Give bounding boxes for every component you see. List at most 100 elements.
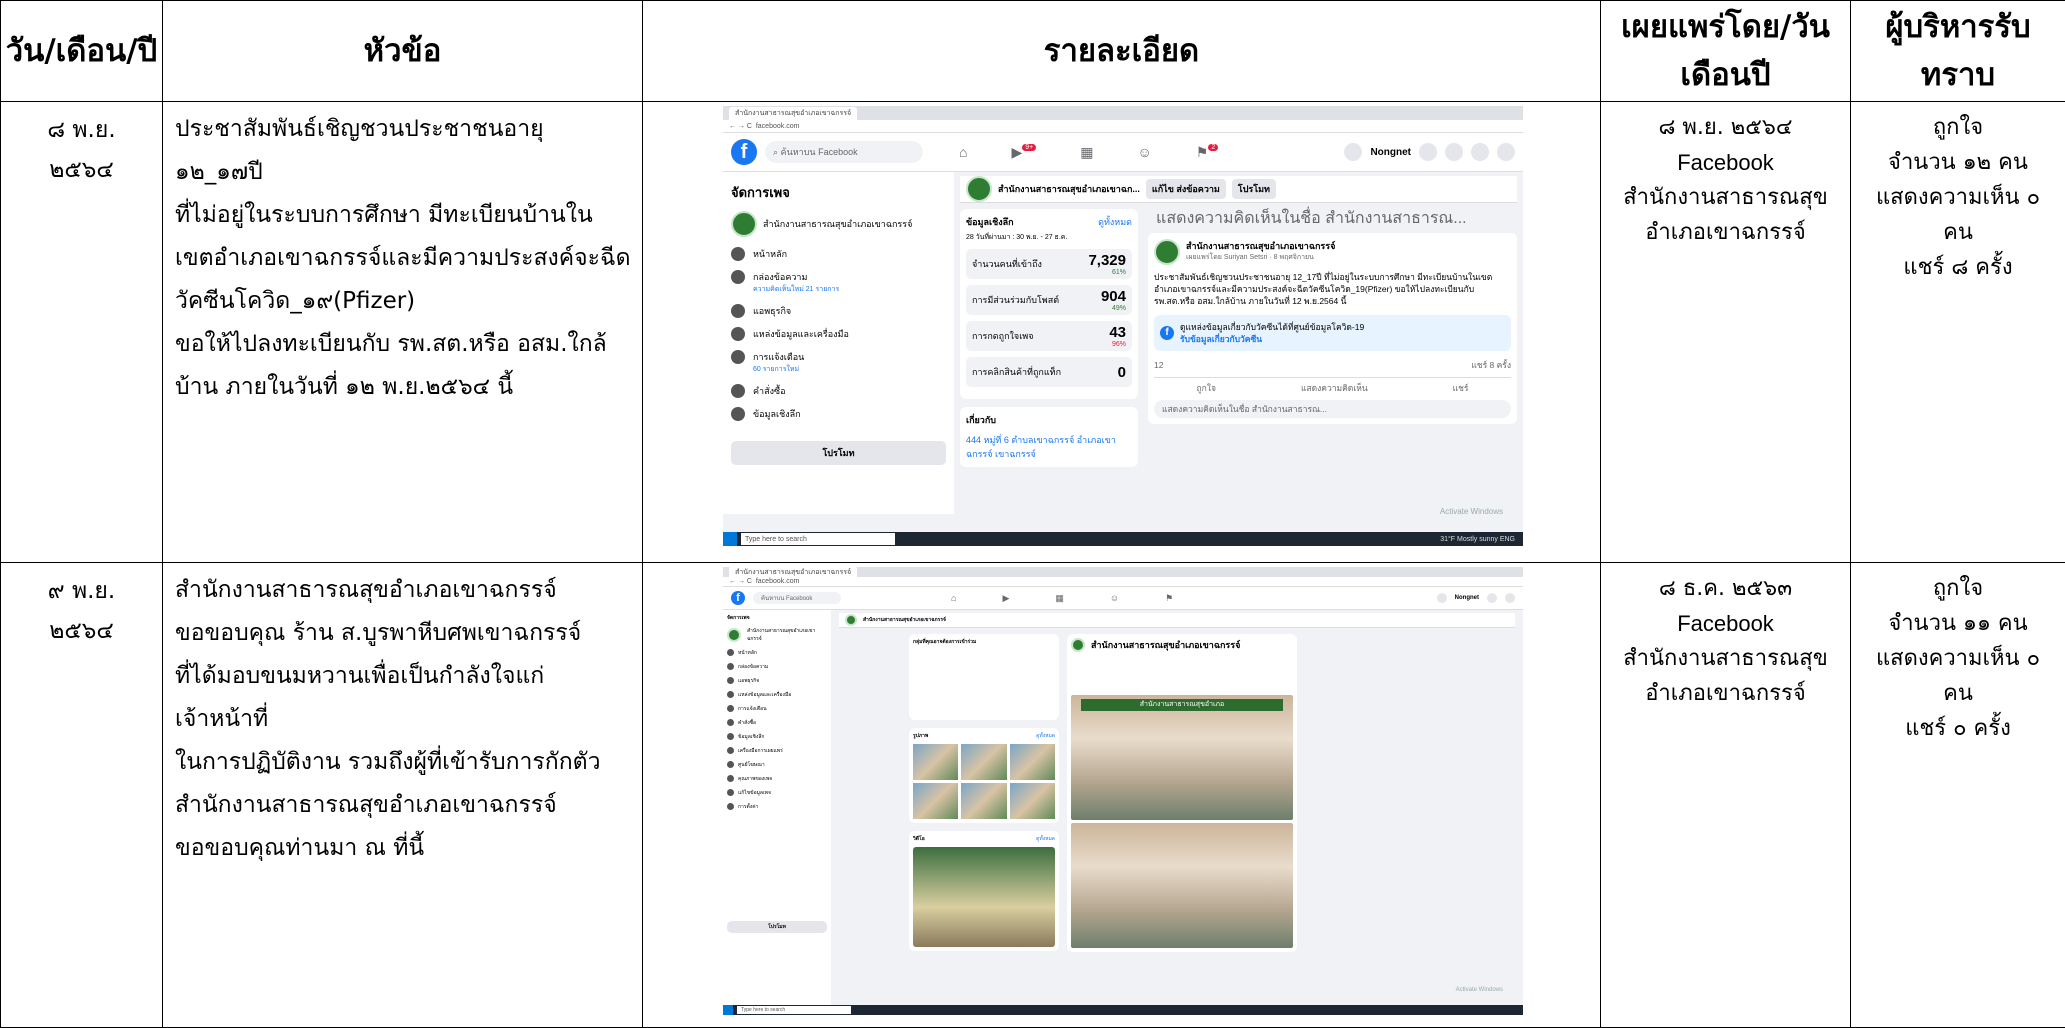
date-cell: ๘ พ.ย. ๒๕๖๔ — [1, 102, 163, 563]
facebook-post: สำนักงานสาธารณสุขอำเภอเขาฉกรรจ์ สำนักงาน… — [1067, 634, 1297, 952]
orders-icon — [727, 719, 734, 726]
sidebar-item: ข้อมูลเชิงลึก — [727, 733, 827, 741]
topic-line: สำนักงานสาธารณสุขอำเภอเขาฉกรรจ์ — [175, 569, 632, 612]
windows-start-icon — [723, 532, 737, 546]
stat-row: การมีส่วนร่วมกับโพสต์90449% — [966, 285, 1132, 315]
user-name: Nongnet — [1370, 147, 1411, 158]
covid-link: รับข้อมูลเกี่ยวกับวัคซีน — [1180, 334, 1262, 344]
about-title: เกี่ยวกับ — [966, 415, 996, 425]
topic-cell: ประชาสัมพันธ์เชิญชวนประชาชนอายุ ๑๒_๑๗ปี … — [163, 102, 643, 563]
topic-line: บ้าน ภายในวันที่ ๑๒ พ.ย.๒๕๖๔ นี้ — [175, 366, 632, 409]
facebook-logo-icon: f — [1160, 326, 1174, 340]
video-icon: ▶ — [1002, 593, 1009, 604]
topic-line: ที่ได้มอบขนมหวานเพื่อเป็นกำลังใจแก่ — [175, 655, 632, 698]
page-selector: สำนักงานสาธารณสุขอำเภอเขาฉกรรจ์ — [731, 211, 946, 237]
topic-line: ขอให้ไปลงทะเบียนกับ รพ.สต.หรือ อสม.ใกล้ — [175, 323, 632, 366]
topic-line: เขตอำเภอเขาฉกรรจ์และมีความประสงค์จะฉีด — [175, 237, 632, 280]
stat-row: จำนวนคนที่เข้าถึง7,32961% — [966, 249, 1132, 279]
groups-title: กลุ่มที่คุณอาจต้องการเข้าร่วม — [913, 639, 976, 645]
sidebar-item: กล่องข้อความ — [727, 663, 827, 671]
reaction-count: 12 — [1154, 359, 1163, 371]
business-apps-icon — [727, 677, 734, 684]
sidebar-item: การแจ้งเตือน60 รายการใหม่ — [731, 350, 946, 375]
chevron-down-icon — [1497, 143, 1515, 161]
left-column: กลุ่มที่คุณอาจต้องการเข้าร่วม รูปภาพดูทั… — [909, 634, 1059, 959]
pub-channel: Facebook — [1601, 145, 1850, 180]
stat-row: การกดถูกใจเพจ4396% — [966, 321, 1132, 351]
facebook-topbar: f ⌕ ค้นหาบน Facebook ⌂ ▶9+ ▦ ☺ ⚑2 Nongne… — [723, 133, 1523, 172]
insights-panel: ข้อมูลเชิงลึกดูทั้งหมด 28 วันที่ผ่านมา :… — [960, 209, 1138, 475]
taskbar-search: Type here to search — [737, 1006, 851, 1014]
page-logo-icon — [1071, 638, 1085, 652]
windows-taskbar: Type here to search 31°F Mostly sunny EN… — [723, 532, 1523, 546]
sidebar-item: คำสั่งซื้อ — [731, 384, 946, 398]
browser-addressbar: ← → C facebook.com — [723, 120, 1523, 133]
insights-icon — [727, 733, 734, 740]
pub-date: ๘ ธ.ค. ๒๕๖๓ — [1601, 571, 1850, 606]
pub-org: สำนักงานสาธารณสุข — [1601, 180, 1850, 215]
address-text: 444 หมู่ที่ 6 ตำบลเขาฉกรรจ์ อำเภอเขาฉกรร… — [966, 433, 1132, 461]
promote-button: โปรโมท — [727, 921, 827, 933]
marketplace-icon: ▦ — [1080, 144, 1093, 161]
gear-icon — [727, 803, 734, 810]
page-logo-icon — [727, 628, 741, 642]
comment-input: แสดงความคิดเห็นในชื่อ สำนักงานสาธารณ... — [1154, 400, 1511, 418]
marketplace-icon: ▦ — [1055, 593, 1064, 604]
bell-icon — [731, 350, 745, 364]
post-feed: แสดงความคิดเห็นในชื่อ สำนักงานสาธารณ... … — [1148, 209, 1517, 475]
edit-button: แก้ไข ส่งข้อความ — [1146, 179, 1226, 199]
home-icon: ⌂ — [959, 144, 967, 161]
video-thumbnail — [913, 847, 1055, 947]
mgr-comments: คน — [1851, 676, 2065, 711]
sidebar-item: หน้าหลัก — [727, 649, 827, 657]
page-manage-sidebar: จัดการเพจ สำนักงานสาธารณสุขอำเภอเขาฉกรรจ… — [723, 172, 954, 514]
sidebar-item: การตั้งค่า — [727, 803, 827, 811]
page-quality-icon — [727, 775, 734, 782]
mgr-comments: แสดงความเห็น ๐ — [1851, 180, 2065, 215]
photo-grid — [913, 744, 1055, 819]
facebook-topbar: f ค้นหาบน Facebook ⌂ ▶ ▦ ☺ ⚑ Nongnet — [723, 587, 1523, 610]
sidebar-item: คำสั่งซื้อ — [727, 719, 827, 727]
windows-watermark: Activate Windows — [1456, 987, 1503, 993]
messenger-icon — [1445, 143, 1463, 161]
header-topic: หัวข้อ — [163, 1, 643, 102]
facebook-nav-icons: ⌂ ▶ ▦ ☺ ⚑ — [951, 593, 1173, 604]
business-apps-icon — [731, 304, 745, 318]
sidebar-item: แอพธุรกิจ — [727, 677, 827, 685]
page-logo-icon — [845, 614, 857, 626]
videos-card: วิดีโอดูทั้งหมด — [909, 831, 1059, 951]
post-actions: ถูกใจ แสดงความคิดเห็น แชร์ — [1154, 377, 1511, 394]
sidebar-item: ศูนย์โฆษณา — [727, 761, 827, 769]
manage-page-title: จัดการเพจ — [731, 182, 946, 203]
topic-line: ที่ไม่อยู่ในระบบการศึกษา มีทะเบียนบ้านใน — [175, 194, 632, 237]
ad-center-icon — [727, 761, 734, 768]
groups-card: กลุ่มที่คุณอาจต้องการเข้าร่วม — [909, 634, 1059, 720]
sidebar-item: แหล่งข้อมูลและเครื่องมือ — [731, 327, 946, 341]
date-year: ๒๕๖๔ — [1, 150, 162, 190]
post-text: ประชาสัมพันธ์เชิญชวนประชาชนอายุ 12_17ปี … — [1154, 271, 1511, 307]
page-header: สำนักงานสาธารณสุขอำเภอเขาฉกรรจ์ — [839, 613, 1515, 628]
manage-page-title: จัดการเพจ — [727, 615, 750, 621]
published-cell: ๘ ธ.ค. ๒๕๖๓ Facebook สำนักงานสาธารณสุข อ… — [1601, 563, 1851, 1028]
bell-icon — [1471, 143, 1489, 161]
page-logo-icon — [966, 176, 992, 202]
pub-org: สำนักงานสาธารณสุข — [1601, 641, 1850, 676]
avatar — [1344, 143, 1362, 161]
facebook-screenshot: สำนักงานสาธารณสุขอำเภอเขาฉกรรจ์ ← → C fa… — [723, 567, 1523, 1015]
insights-link: ดูทั้งหมด — [1098, 215, 1132, 229]
covid-info-box: f ดูแหล่งข้อมูลเกี่ยวกับวัคซีนได้ที่ศูนย… — [1154, 315, 1511, 351]
user-name: Nongnet — [1455, 595, 1479, 601]
promote-button: โปรโมท — [731, 441, 946, 465]
insights-card: ข้อมูลเชิงลึกดูทั้งหมด 28 วันที่ผ่านมา :… — [960, 209, 1138, 399]
taskbar-tray: 31°F Mostly sunny ENG — [1440, 536, 1523, 543]
facebook-search-input: ⌕ ค้นหาบน Facebook — [765, 141, 923, 163]
published-cell: ๘ พ.ย. ๒๕๖๔ Facebook สำนักงานสาธารณสุข อ… — [1601, 102, 1851, 563]
header-published-by: เผยแพร่โดย/วันเดือนปี — [1601, 1, 1851, 102]
facebook-nav-icons: ⌂ ▶9+ ▦ ☺ ⚑2 — [959, 144, 1218, 161]
page-logo-icon — [1154, 239, 1180, 265]
post-photo: สำนักงานสาธารณสุขอำเภอ — [1071, 695, 1293, 820]
facebook-search-input: ค้นหาบน Facebook — [753, 592, 841, 604]
activity-log-table: วัน/เดือน/ปี หัวข้อ รายละเอียด เผยแพร่โด… — [0, 0, 2065, 1028]
insights-icon — [731, 407, 745, 421]
bell-icon — [727, 705, 734, 712]
